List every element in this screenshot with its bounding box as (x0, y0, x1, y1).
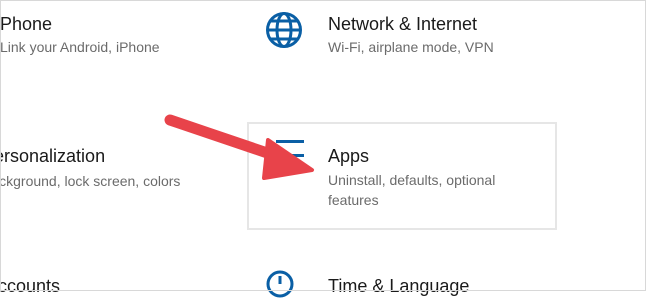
annotation-arrow-icon (164, 114, 314, 180)
